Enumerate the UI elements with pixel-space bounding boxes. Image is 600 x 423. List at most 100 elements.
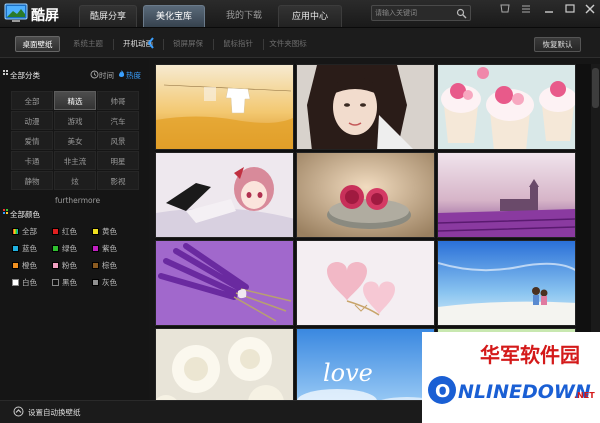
collapse-sidebar-icon[interactable] bbox=[147, 36, 155, 50]
category-item[interactable]: 精选 bbox=[54, 91, 96, 110]
menu-icon[interactable] bbox=[518, 2, 534, 16]
title-bar: 酷屏 酷屏分享 美化宝库 我的下载 应用中心 bbox=[0, 0, 600, 28]
color-label: 绿色 bbox=[62, 244, 77, 253]
minimize-icon[interactable] bbox=[541, 2, 557, 16]
portrait-image bbox=[297, 65, 434, 149]
grid-icon bbox=[3, 70, 8, 75]
color-label: 黑色 bbox=[62, 278, 77, 287]
category-item[interactable]: 游戏 bbox=[54, 111, 96, 130]
clock-icon bbox=[90, 70, 99, 79]
category-item[interactable]: 炫furthermore bbox=[54, 171, 100, 205]
color-label: 蓝色 bbox=[22, 244, 37, 253]
color-option-all[interactable]: 全部 bbox=[12, 227, 37, 237]
auto-change-wallpaper-link[interactable]: 设置自动换壁纸 bbox=[28, 407, 81, 418]
app-name: 酷屏 bbox=[31, 8, 59, 24]
category-item[interactable]: 风景 bbox=[97, 131, 139, 150]
love-text: love bbox=[323, 359, 373, 387]
lavender-image bbox=[156, 241, 293, 325]
color-option-yellow[interactable]: 黄色 bbox=[92, 227, 117, 237]
tab-app-center[interactable]: 应用中心 bbox=[278, 5, 342, 27]
swatch-purple bbox=[92, 245, 99, 252]
swatch-orange bbox=[12, 262, 19, 269]
sort-by-hot[interactable]: 热度 bbox=[126, 70, 141, 81]
swatch-multi bbox=[12, 228, 19, 235]
tab-themes[interactable]: 系统主题 bbox=[66, 36, 110, 52]
thumbnail-heart-leaves[interactable] bbox=[296, 240, 435, 326]
skin-icon[interactable] bbox=[497, 2, 513, 16]
svg-text:华军软件园: 华军软件园 bbox=[480, 343, 580, 367]
tab-cursor[interactable]: 鼠标指针 bbox=[216, 36, 260, 52]
maximize-icon[interactable] bbox=[562, 2, 578, 16]
thumbnail-clothesline-field[interactable] bbox=[155, 64, 294, 150]
tab-share[interactable]: 酷屏分享 bbox=[79, 5, 137, 27]
thumbnail-lavender-bunch[interactable] bbox=[155, 240, 294, 326]
search-icon[interactable] bbox=[456, 8, 467, 19]
swatch-yellow bbox=[92, 228, 99, 235]
app-logo-icon bbox=[4, 3, 28, 22]
thumbnail-beach-couple[interactable] bbox=[437, 240, 576, 326]
color-label: 全部 bbox=[22, 227, 37, 236]
thumbnail-white-roses[interactable] bbox=[155, 328, 294, 400]
swatch-brown bbox=[92, 262, 99, 269]
app-window: 酷屏 酷屏分享 美化宝库 我的下载 应用中心 请输入关键词 桌面壁纸 系统主题 … bbox=[0, 0, 600, 423]
tab-screensaver[interactable]: 锁屏屏保 bbox=[166, 36, 210, 52]
cupcakes-image bbox=[438, 65, 575, 149]
color-option-pink[interactable]: 粉色 bbox=[52, 261, 77, 271]
category-title: 全部分类 bbox=[10, 71, 40, 80]
search-input[interactable] bbox=[375, 7, 455, 19]
thumbnail-cupcakes[interactable] bbox=[437, 64, 576, 150]
color-option-gray[interactable]: 灰色 bbox=[92, 278, 117, 288]
swatch-blue bbox=[12, 245, 19, 252]
category-item[interactable]: 帅哥 bbox=[97, 91, 139, 110]
clothesline-image bbox=[156, 65, 293, 149]
svg-text:NLINEDOWN: NLINEDOWN bbox=[458, 381, 591, 403]
anime-image bbox=[156, 153, 293, 237]
color-option-black[interactable]: 黑色 bbox=[52, 278, 77, 288]
auto-change-icon[interactable] bbox=[13, 406, 24, 417]
color-option-orange[interactable]: 橙色 bbox=[12, 261, 37, 271]
color-option-brown[interactable]: 棕色 bbox=[92, 261, 117, 271]
sort-by-time[interactable]: 时间 bbox=[99, 70, 114, 81]
category-item[interactable]: 美女 bbox=[54, 131, 96, 150]
color-label: 紫色 bbox=[102, 244, 117, 253]
color-label: 黄色 bbox=[102, 227, 117, 236]
flame-icon bbox=[118, 70, 125, 77]
color-option-white[interactable]: 白色 bbox=[12, 278, 37, 288]
divider bbox=[213, 39, 214, 50]
category-item[interactable]: 爱情 bbox=[11, 131, 53, 150]
thumbnail-girl-portrait[interactable] bbox=[296, 64, 435, 150]
castle-image bbox=[438, 153, 575, 237]
category-item[interactable]: 卡通 bbox=[11, 151, 53, 170]
color-label: 橙色 bbox=[22, 261, 37, 270]
tab-wallpaper[interactable]: 桌面壁纸 bbox=[15, 36, 60, 52]
svg-text:.NET: .NET bbox=[574, 391, 595, 400]
tab-treasury[interactable]: 美化宝库 bbox=[143, 5, 205, 27]
restore-default-button[interactable]: 恢复默认 bbox=[534, 37, 581, 52]
thumbnail-roses-on-stone[interactable] bbox=[296, 152, 435, 238]
beach-image bbox=[438, 241, 575, 325]
thumbnail-love-sky[interactable]: love bbox=[296, 328, 435, 400]
category-item[interactable]: 汽车 bbox=[97, 111, 139, 130]
category-item[interactable]: 全部 bbox=[11, 91, 53, 110]
tab-folder-icon[interactable]: 文件夹图标 bbox=[266, 36, 310, 52]
close-icon[interactable] bbox=[582, 2, 598, 16]
category-item[interactable]: 非主流 bbox=[54, 151, 96, 170]
category-item[interactable]: 动漫 bbox=[11, 111, 53, 130]
category-item[interactable]: 静物 bbox=[11, 171, 53, 190]
color-option-purple[interactable]: 紫色 bbox=[92, 244, 117, 254]
color-label: 粉色 bbox=[62, 261, 77, 270]
sub-tab-bar: 桌面壁纸 系统主题 开机动画 锁屏屏保 鼠标指针 文件夹图标 bbox=[0, 28, 600, 58]
palette-icon bbox=[3, 209, 8, 214]
thumbnail-lavender-castle[interactable] bbox=[437, 152, 576, 238]
color-option-blue[interactable]: 蓝色 bbox=[12, 244, 37, 254]
tab-downloads[interactable]: 我的下载 bbox=[216, 5, 272, 27]
white-roses-image bbox=[156, 329, 293, 400]
color-option-green[interactable]: 绿色 bbox=[52, 244, 77, 254]
swatch-green bbox=[52, 245, 59, 252]
scrollbar-thumb[interactable] bbox=[592, 68, 599, 108]
category-item[interactable]: 影视 bbox=[97, 171, 139, 190]
color-title: 全部颜色 bbox=[10, 210, 40, 219]
category-item[interactable]: 明星 bbox=[97, 151, 139, 170]
thumbnail-anime-girl[interactable] bbox=[155, 152, 294, 238]
color-option-red[interactable]: 红色 bbox=[52, 227, 77, 237]
